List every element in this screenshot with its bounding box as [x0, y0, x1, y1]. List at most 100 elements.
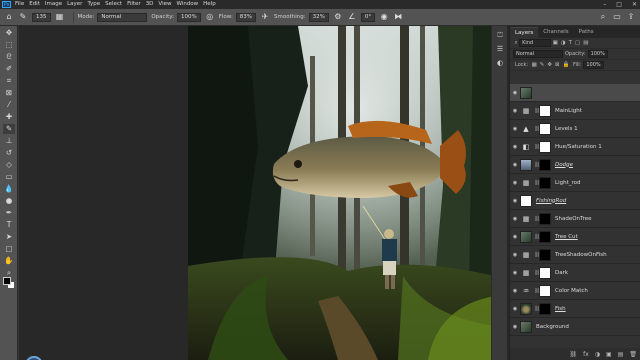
menu-filter[interactable]: Filter — [127, 0, 141, 9]
menu-type[interactable]: Type — [87, 0, 100, 9]
mode-select[interactable]: Normal — [97, 12, 148, 22]
layer-name[interactable]: Dark — [555, 270, 568, 276]
airbrush-icon[interactable]: ✈ — [260, 12, 270, 22]
layer-name[interactable]: Dodge — [555, 162, 573, 168]
home-icon[interactable]: ⌂ — [4, 12, 14, 22]
flow-field[interactable]: 83% — [235, 12, 257, 22]
layer-row[interactable]: ◉ ⛓ Tree Cut — [510, 228, 640, 246]
adjustment-filter-icon[interactable]: ◑ — [561, 40, 566, 46]
dodge-tool-icon[interactable]: ● — [3, 196, 15, 206]
link-layers-icon[interactable]: ⛓ — [569, 351, 577, 358]
layer-row[interactable]: ◉ — [510, 84, 640, 102]
layer-name[interactable]: Hue/Saturation 1 — [555, 144, 602, 150]
menu-layer[interactable]: Layer — [67, 0, 82, 9]
visibility-eye-icon[interactable]: ◉ — [510, 198, 520, 204]
symmetry-icon[interactable]: ⧓ — [393, 12, 403, 22]
layer-name[interactable]: TreeShadowOnFish — [555, 252, 607, 258]
layer-name[interactable]: Background — [536, 324, 569, 330]
layer-row[interactable]: ◉ Background — [510, 318, 640, 336]
layer-mask-thumbnail[interactable] — [539, 158, 551, 171]
layer-thumbnail[interactable] — [520, 86, 532, 99]
layer-row[interactable]: ◉ ⛓ Fish — [510, 300, 640, 318]
quick-select-tool-icon[interactable]: ✐ — [3, 64, 15, 74]
minimize-button[interactable]: – — [603, 0, 606, 9]
workspace-icon[interactable]: ▭ — [612, 12, 622, 22]
share-icon[interactable]: ⇪ — [626, 12, 636, 22]
visibility-eye-icon[interactable]: ◉ — [510, 324, 520, 330]
menu-image[interactable]: Image — [45, 0, 62, 9]
document-canvas[interactable] — [188, 26, 495, 360]
menu-edit[interactable]: Edit — [29, 0, 40, 9]
layer-thumbnail[interactable] — [520, 230, 532, 243]
layer-name[interactable]: Fish — [555, 306, 566, 312]
lock-position-icon[interactable]: ✥ — [547, 62, 552, 68]
pen-tool-icon[interactable]: ✒ — [3, 208, 15, 218]
lock-all-icon[interactable]: 🔒 — [563, 62, 570, 68]
layer-mask-thumbnail[interactable] — [539, 122, 551, 135]
type-filter-icon[interactable]: T — [569, 40, 572, 46]
layer-name[interactable]: Color Match — [555, 288, 588, 294]
fill-field[interactable]: 100% — [583, 61, 604, 69]
new-layer-icon[interactable]: ▤ — [618, 351, 624, 358]
menu-select[interactable]: Select — [105, 0, 122, 9]
close-button[interactable]: ✕ — [632, 0, 637, 9]
visibility-eye-icon[interactable]: ◉ — [510, 288, 520, 294]
visibility-eye-icon[interactable]: ◉ — [510, 306, 520, 312]
type-tool-icon[interactable]: T — [3, 220, 15, 230]
visibility-eye-icon[interactable]: ◉ — [510, 234, 520, 240]
shape-tool-icon[interactable]: ▢ — [3, 244, 15, 254]
marquee-tool-icon[interactable]: ⬚ — [3, 40, 15, 50]
visibility-eye-icon[interactable]: ◉ — [510, 90, 520, 96]
layer-style-icon[interactable]: fx — [583, 351, 589, 358]
layer-row[interactable]: ◉ ▦ ⛓ MainLight — [510, 102, 640, 120]
eyedropper-tool-icon[interactable]: ⁄ — [3, 100, 15, 110]
opacity-field[interactable]: 100% — [176, 12, 201, 22]
layer-row[interactable]: ◉ ▦ ⛓ Dark — [510, 264, 640, 282]
tab-paths[interactable]: Paths — [574, 27, 599, 38]
maximize-button[interactable]: □ — [616, 0, 622, 9]
blend-mode-select[interactable]: Normal — [513, 50, 563, 58]
layer-name[interactable]: FishingRod — [536, 198, 566, 204]
move-tool-icon[interactable]: ✥ — [3, 28, 15, 38]
adjustments-panel-icon[interactable]: ◐ — [494, 58, 506, 68]
brush-tool-icon[interactable]: ✎ — [3, 124, 15, 134]
pressure-size-icon[interactable]: ◉ — [379, 12, 389, 22]
menu-window[interactable]: Window — [176, 0, 198, 9]
layer-row[interactable]: ◉ ▦ ⛓ TreeShadowOnFish — [510, 246, 640, 264]
tab-layers[interactable]: Layers — [510, 27, 539, 38]
pixel-filter-icon[interactable]: ▣ — [553, 40, 558, 46]
visibility-eye-icon[interactable]: ◉ — [510, 108, 520, 114]
layer-row[interactable]: ◉ ▦ ⛓ ShadeOnTree — [510, 210, 640, 228]
visibility-eye-icon[interactable]: ◉ — [510, 270, 520, 276]
layer-name[interactable]: MainLight — [555, 108, 582, 114]
layer-thumbnail[interactable] — [520, 158, 532, 171]
visibility-eye-icon[interactable]: ◉ — [510, 252, 520, 258]
new-adjustment-layer-icon[interactable]: ◑ — [595, 351, 600, 358]
crop-tool-icon[interactable]: ⌗ — [3, 76, 15, 86]
visibility-eye-icon[interactable]: ◉ — [510, 162, 520, 168]
gear-icon[interactable]: ⚙ — [333, 12, 343, 22]
foreground-color-swatch[interactable] — [3, 277, 11, 285]
search-icon[interactable]: ⌕ — [598, 12, 608, 22]
layer-row[interactable]: ◉ FishingRod — [510, 192, 640, 210]
layer-thumbnail[interactable] — [520, 302, 532, 315]
properties-panel-icon[interactable]: ☰ — [494, 44, 506, 54]
layer-row[interactable]: ◉ ▦ ⛓ Light_rod — [510, 174, 640, 192]
angle-field[interactable]: 0° — [360, 12, 376, 22]
layer-mask-thumbnail[interactable] — [539, 248, 551, 261]
tab-channels[interactable]: Channels — [538, 27, 573, 38]
layer-name[interactable]: Light_rod — [555, 180, 580, 186]
layer-row[interactable]: ◉ ▲ ⛓ Levels 1 — [510, 120, 640, 138]
smoothing-field[interactable]: 32% — [308, 12, 329, 22]
history-panel-icon[interactable]: ⏍ — [494, 30, 506, 40]
layer-mask-thumbnail[interactable] — [539, 266, 551, 279]
layer-mask-thumbnail[interactable] — [539, 140, 551, 153]
lasso-tool-icon[interactable]: ᘓ — [3, 52, 15, 62]
gradient-tool-icon[interactable]: ▭ — [3, 172, 15, 182]
visibility-eye-icon[interactable]: ◉ — [510, 144, 520, 150]
smart-object-filter-icon[interactable]: ▤ — [583, 40, 588, 46]
delete-layer-icon[interactable]: 🗑 — [629, 351, 637, 358]
stamp-tool-icon[interactable]: ⊥ — [3, 136, 15, 146]
layer-mask-thumbnail[interactable] — [539, 212, 551, 225]
pressure-opacity-icon[interactable]: ◎ — [205, 12, 215, 22]
